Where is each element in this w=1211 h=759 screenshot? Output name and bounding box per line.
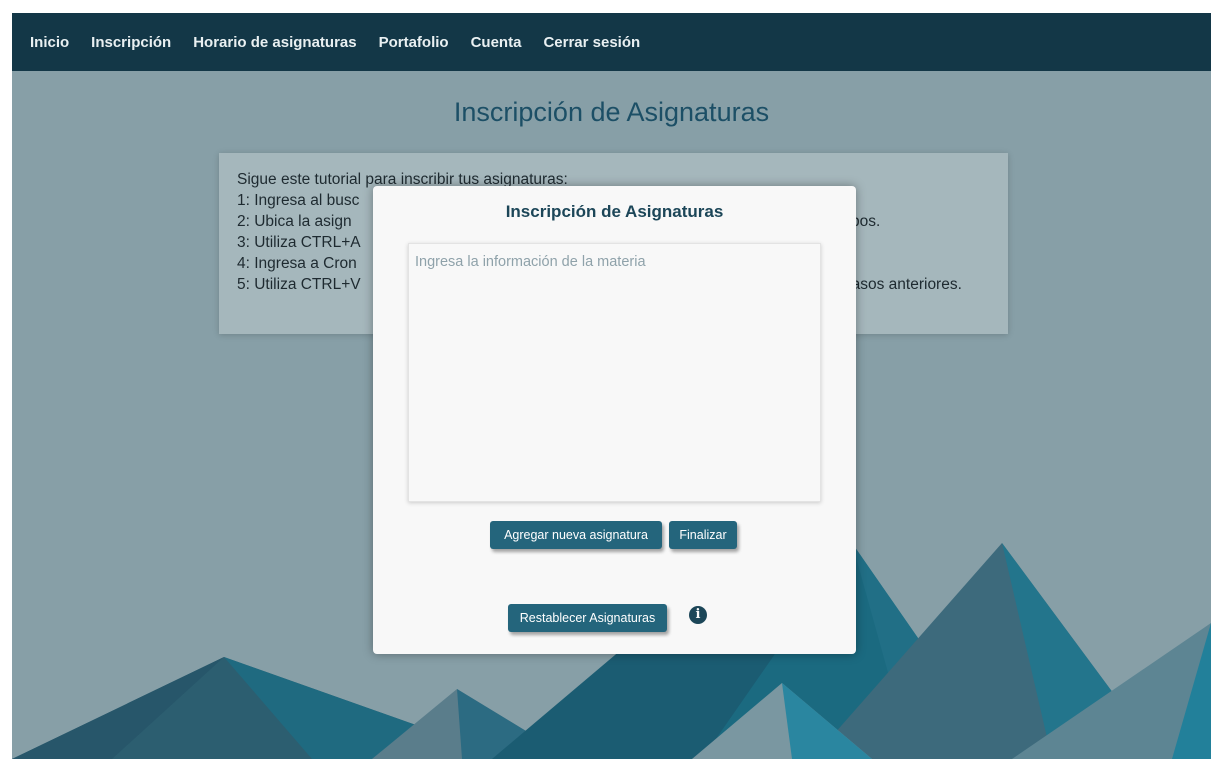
tutorial-step-5-tail: pasos anteriores. xyxy=(843,276,962,293)
nav-item-inscripcion[interactable]: Inscripción xyxy=(91,34,171,51)
top-navbar: Inicio Inscripción Horario de asignatura… xyxy=(12,13,1211,71)
nav-item-portafolio[interactable]: Portafolio xyxy=(379,34,449,51)
add-subject-button[interactable]: Agregar nueva asignatura xyxy=(490,521,662,549)
nav-item-cerrar-sesion[interactable]: Cerrar sesión xyxy=(543,34,640,51)
modal-title: Inscripción de Asignaturas xyxy=(505,202,724,221)
nav-item-cuenta[interactable]: Cuenta xyxy=(471,34,522,51)
reset-subjects-button[interactable]: Restablecer Asignaturas xyxy=(508,604,667,632)
tutorial-step-2-text: 2: Ubica la asign xyxy=(237,213,352,230)
nav-item-inicio[interactable]: Inicio xyxy=(30,34,69,51)
subject-info-input[interactable] xyxy=(408,243,821,502)
page-title: Inscripción de Asignaturas xyxy=(453,97,770,127)
finish-button[interactable]: Finalizar xyxy=(669,521,737,549)
tutorial-step-5-text: 5: Utiliza CTRL+V xyxy=(237,276,361,293)
page-frame: Inicio Inscripción Horario de asignatura… xyxy=(12,13,1211,759)
enrollment-modal: Inscripción de Asignaturas Agregar nueva… xyxy=(373,186,856,654)
info-icon[interactable]: i xyxy=(689,606,707,624)
nav-item-horario[interactable]: Horario de asignaturas xyxy=(193,34,356,51)
